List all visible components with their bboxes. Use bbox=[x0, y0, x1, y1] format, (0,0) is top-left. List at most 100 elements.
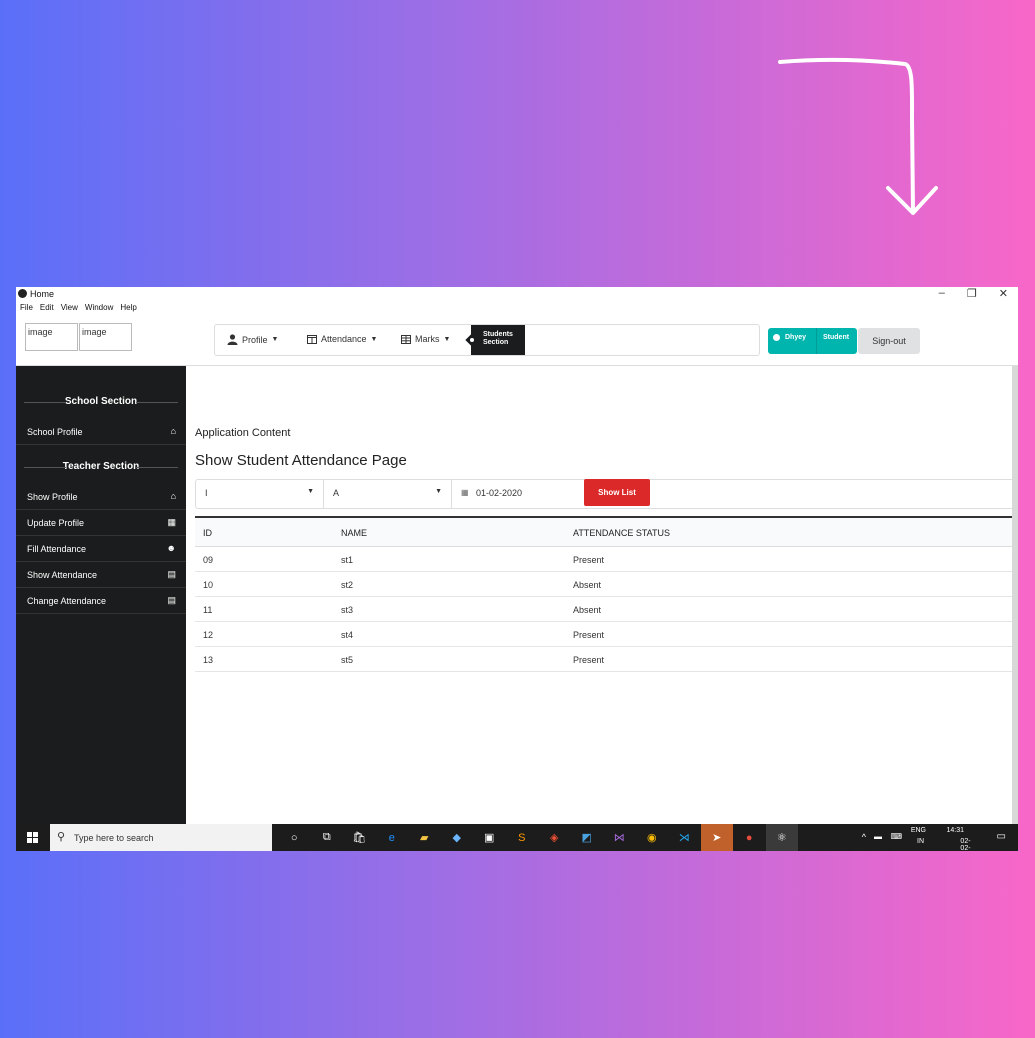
menu-file[interactable]: File bbox=[20, 303, 33, 312]
sidebar-item-label: Change Attendance bbox=[27, 596, 107, 606]
menu-bar: File Edit View Window Help bbox=[20, 303, 137, 312]
visual-studio-icon[interactable]: ⋈ bbox=[603, 824, 636, 851]
language-line2[interactable]: IN bbox=[917, 838, 924, 845]
division-dropdown[interactable]: A ▼ bbox=[324, 480, 452, 508]
chevron-up-icon[interactable]: ^ bbox=[862, 832, 866, 842]
sidebar-item-show-profile[interactable]: Show Profile ⌂ bbox=[16, 484, 186, 510]
battery-icon[interactable]: ▬ bbox=[874, 832, 882, 841]
keyboard-icon[interactable]: ⌨ bbox=[890, 832, 902, 841]
cell-status: Present bbox=[573, 655, 605, 665]
sidebar-item-label: Show Profile bbox=[27, 492, 78, 502]
chrome-icon[interactable]: ◉ bbox=[636, 824, 669, 851]
windows-start-icon[interactable] bbox=[27, 832, 38, 843]
terminal-icon[interactable]: ▣ bbox=[473, 824, 506, 851]
telegram-icon[interactable]: ➤ bbox=[700, 824, 733, 851]
notification-icon[interactable]: ▭ bbox=[997, 831, 1006, 842]
date-field[interactable]: ▦ 01-02-2020 bbox=[452, 480, 584, 508]
notes-icon[interactable]: ◆ bbox=[441, 824, 474, 851]
cell-status: Present bbox=[573, 630, 605, 640]
sublime-icon[interactable]: S bbox=[506, 824, 539, 851]
user-role: Student bbox=[816, 328, 849, 354]
header-name: NAME bbox=[341, 528, 368, 538]
attendance-menu[interactable]: Attendance ▼ bbox=[307, 334, 377, 344]
scrollbar[interactable] bbox=[1012, 366, 1018, 824]
caret-down-icon: ▼ bbox=[307, 488, 314, 495]
table-row: 10 st2 Absent bbox=[195, 572, 1012, 597]
taskbar-search[interactable]: ⚲ Type here to search bbox=[50, 824, 272, 851]
school-section-heading: School Section bbox=[16, 396, 186, 407]
students-label-line2: Section bbox=[483, 339, 509, 346]
windows-taskbar: ⚲ Type here to search ○ ⧉ 🛍 e ▰ ◆ ▣ S ◈ … bbox=[16, 824, 1018, 851]
sidebar-item-change-attendance[interactable]: Change Attendance ▤ bbox=[16, 588, 186, 614]
cell-id: 11 bbox=[203, 605, 213, 615]
user-icon bbox=[227, 334, 238, 345]
menu-edit[interactable]: Edit bbox=[40, 303, 54, 312]
cell-name: st1 bbox=[341, 555, 354, 565]
menu-window[interactable]: Window bbox=[85, 303, 113, 312]
search-placeholder: Type here to search bbox=[74, 833, 154, 843]
electron-app-icon[interactable]: ⚛ bbox=[765, 824, 798, 851]
caret-down-icon: ▼ bbox=[435, 488, 442, 495]
sidebar-item-show-attendance[interactable]: Show Attendance ▤ bbox=[16, 562, 186, 588]
cell-name: st2 bbox=[341, 580, 354, 590]
top-nav: Profile ▼ Attendance ▼ Marks ▼ Students … bbox=[214, 324, 760, 356]
sidebar-item-fill-attendance[interactable]: Fill Attendance ☻ bbox=[16, 536, 186, 562]
git-icon[interactable]: ◈ bbox=[538, 824, 571, 851]
attendance-label: Attendance bbox=[321, 334, 367, 344]
date-value: 01-02-2020 bbox=[476, 488, 523, 498]
edge-icon[interactable]: e bbox=[376, 824, 409, 851]
store-icon[interactable]: 🛍 bbox=[343, 824, 376, 851]
table-row: 11 st3 Absent bbox=[195, 597, 1012, 622]
students-section-tab[interactable]: Students Section bbox=[465, 325, 525, 355]
sidebar-item-school-profile[interactable]: School Profile ⌂ bbox=[16, 419, 186, 445]
clock-date[interactable]: 02-02-2020 bbox=[960, 838, 976, 851]
user-badge[interactable]: Dhyey Student bbox=[768, 328, 857, 354]
students-label-line1: Students bbox=[483, 331, 513, 338]
home-icon: ⌂ bbox=[170, 426, 176, 436]
class-dropdown[interactable]: I ▼ bbox=[196, 480, 324, 508]
sidebar-item-label: Update Profile bbox=[27, 518, 85, 528]
clock-time[interactable]: 14:31 bbox=[946, 827, 964, 834]
menu-help[interactable]: Help bbox=[120, 303, 136, 312]
vscode-icon[interactable]: ⋊ bbox=[668, 824, 701, 851]
task-view-icon[interactable]: ⧉ bbox=[311, 824, 344, 851]
profile-menu[interactable]: Profile ▼ bbox=[227, 334, 278, 345]
cell-id: 09 bbox=[203, 555, 214, 565]
cell-name: st3 bbox=[341, 605, 354, 615]
home-icon: ⌂ bbox=[170, 491, 176, 501]
sidebar-item-label: School Profile bbox=[27, 427, 83, 437]
powerpoint-icon[interactable]: ● bbox=[733, 824, 766, 851]
db-tool-icon[interactable]: ◩ bbox=[571, 824, 604, 851]
sidebar-item-label: Show Attendance bbox=[27, 570, 98, 580]
header-status: ATTENDANCE STATUS bbox=[573, 528, 671, 538]
menu-view[interactable]: View bbox=[61, 303, 78, 312]
calendar-icon: ▤ bbox=[167, 595, 176, 605]
cell-id: 13 bbox=[203, 655, 214, 665]
class-value: I bbox=[205, 488, 208, 498]
division-value: A bbox=[333, 488, 340, 498]
show-list-button[interactable]: Show List bbox=[584, 479, 650, 506]
cortana-icon[interactable]: ○ bbox=[278, 824, 311, 851]
marks-menu[interactable]: Marks ▼ bbox=[401, 334, 450, 344]
main-content: Application Content Show Student Attenda… bbox=[187, 366, 1014, 824]
teacher-section-heading: Teacher Section bbox=[16, 461, 186, 472]
table-icon bbox=[401, 334, 411, 344]
cell-name: st4 bbox=[341, 630, 354, 640]
maximize-button[interactable]: ❐ bbox=[967, 287, 977, 300]
signout-button[interactable]: Sign-out bbox=[858, 328, 920, 354]
user-circle-icon bbox=[773, 334, 780, 341]
table-header: ID NAME ATTENDANCE STATUS bbox=[195, 518, 1012, 547]
marks-label: Marks bbox=[415, 334, 440, 344]
page-title: Show Student Attendance Page bbox=[195, 452, 407, 469]
file-explorer-icon[interactable]: ▰ bbox=[408, 824, 441, 851]
minimize-button[interactable]: – bbox=[939, 287, 945, 300]
close-button[interactable]: ✕ bbox=[999, 287, 1008, 300]
cell-id: 10 bbox=[203, 580, 214, 590]
hand-drawn-arrow-icon bbox=[778, 57, 938, 215]
table-row: 13 st5 Present bbox=[195, 647, 1012, 672]
table-row: 12 st4 Present bbox=[195, 622, 1012, 647]
language-line1[interactable]: ENG bbox=[911, 827, 926, 834]
sidebar-item-update-profile[interactable]: Update Profile ▦ bbox=[16, 510, 186, 536]
smile-icon: ☻ bbox=[166, 543, 176, 553]
sidebar: School Section School Profile ⌂ Teacher … bbox=[16, 366, 186, 824]
